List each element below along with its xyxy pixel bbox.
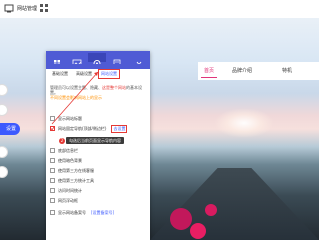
setting-label: 网站固定导航(顶部/侧边栏) — [58, 125, 107, 131]
grid-icon[interactable] — [40, 4, 48, 12]
checkbox-checked[interactable] — [50, 126, 55, 131]
site-navigation: 首页 品牌介绍 特机 — [198, 62, 319, 80]
setting-row[interactable]: 使用暗色背景 — [50, 157, 146, 164]
site-icon — [4, 4, 14, 13]
step-badge: 2 — [59, 138, 65, 144]
settings-tab-label: 设置 — [6, 126, 17, 132]
checkbox[interactable] — [50, 116, 55, 121]
toolbar-collapse[interactable] — [130, 53, 148, 66]
nav-active-underline — [201, 77, 217, 78]
checkbox[interactable] — [50, 168, 55, 173]
checkbox[interactable] — [50, 148, 55, 153]
setting-label: 使用第三方在线客服 — [58, 167, 94, 173]
toolbar-settings[interactable] — [88, 53, 106, 67]
setting-row[interactable]: 显示网站标题 — [50, 115, 146, 122]
settings-panel: 基础设置 高级设置 网站设置 管理员可以设置主题、隐藏、这是整个网站的基本设置。… — [46, 51, 150, 240]
site-manage-label: 网站管理 — [17, 5, 38, 12]
setting-row[interactable]: 使用第三方在线客服 — [50, 167, 146, 174]
setting-label: 网页浮动框 — [58, 197, 78, 203]
site-manage-link[interactable]: 网站管理 — [4, 3, 37, 13]
sunset-glow — [214, 108, 274, 138]
panel-tabs: 基础设置 高级设置 网站设置 — [50, 68, 120, 79]
setting-row[interactable]: 访问时间统计 — [50, 187, 146, 194]
tab-basic-settings[interactable]: 基础设置 — [50, 70, 70, 78]
panel-description: 管理员可以设置主题、隐藏、这是整个网站的基本设置。 不同设置会影响网站上的显示 — [50, 85, 146, 100]
flower-decoration — [205, 204, 217, 216]
setting-label: 显示网站备案号 — [58, 209, 86, 215]
setting-label: 底部信息栏 — [58, 147, 78, 153]
toolbar-grid[interactable] — [48, 53, 66, 66]
checkmark-icon — [50, 126, 55, 131]
setting-row[interactable]: 使用第三方统计工具 — [50, 177, 146, 184]
setting-label: 显示网站标题 — [58, 115, 82, 121]
checkbox[interactable] — [50, 198, 55, 203]
toolbar-image[interactable] — [68, 53, 86, 67]
toolbar-template[interactable] — [108, 53, 126, 68]
tooltip: 勾选后当前页面显示导航内容 — [66, 137, 124, 144]
setting-label: 访问时间统计 — [58, 187, 82, 193]
setting-row[interactable]: 网页浮动框 — [50, 197, 146, 204]
tab-site-settings[interactable]: 网站设置 — [98, 68, 120, 79]
setting-row[interactable]: 显示网站备案号 [设置备案号] — [50, 209, 146, 216]
description-notice: 不同设置会影响网站上的显示 — [50, 95, 102, 100]
checkbox[interactable] — [50, 178, 55, 183]
road-image — [150, 168, 319, 240]
go-settings-link[interactable]: 去设置 — [111, 124, 128, 133]
flower-decoration — [170, 208, 192, 230]
panel-toolbar — [46, 51, 150, 68]
set-record-number-link[interactable]: [设置备案号] — [91, 210, 114, 216]
description-highlight: 这是整个网站 — [102, 85, 126, 90]
nav-tab-home[interactable]: 首页 — [204, 67, 214, 74]
top-bar: 网站管理 — [0, 0, 319, 19]
settings-tab-button[interactable]: 设置 — [0, 123, 20, 135]
setting-row[interactable]: 底部信息栏 — [50, 147, 146, 154]
nav-tab-products[interactable]: 特机 — [282, 67, 292, 74]
setting-label: 使用暗色背景 — [58, 157, 82, 163]
setting-label: 使用第三方统计工具 — [58, 177, 94, 183]
checkbox[interactable] — [50, 210, 55, 215]
nav-tab-brand[interactable]: 品牌介绍 — [232, 67, 252, 74]
flower-decoration — [190, 223, 206, 239]
checkbox[interactable] — [50, 158, 55, 163]
setting-row[interactable]: 网站固定导航(顶部/侧边栏) 去设置 — [50, 124, 146, 133]
checkbox[interactable] — [50, 188, 55, 193]
tab-advanced-settings[interactable]: 高级设置 — [74, 70, 94, 78]
